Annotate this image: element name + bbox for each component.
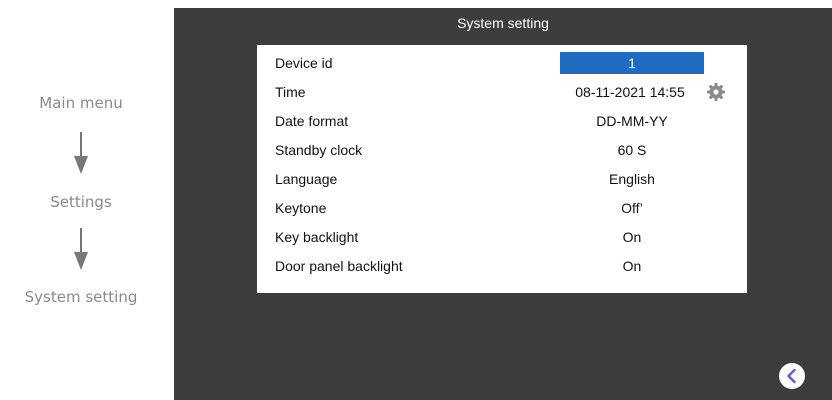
setting-label: Device id — [275, 55, 333, 71]
breadcrumb-main-menu: Main menu — [39, 94, 123, 112]
setting-label: Language — [275, 171, 338, 187]
setting-label: Time — [275, 84, 306, 100]
setting-value-date-format[interactable]: DD-MM-YY — [560, 113, 704, 129]
setting-row-key-backlight[interactable]: Key backlight On — [257, 223, 747, 252]
setting-row-date-format[interactable]: Date format DD-MM-YY — [257, 107, 747, 136]
setting-value-standby-clock[interactable]: 60 S — [560, 142, 704, 158]
breadcrumb: Main menu Settings System setting — [0, 0, 174, 400]
setting-row-language[interactable]: Language English — [257, 165, 747, 194]
device-screen: System setting Device id 1 Time 08-11-20… — [174, 8, 832, 400]
screen-title: System setting — [457, 15, 549, 31]
setting-value-time[interactable]: 08-11-2021 14:55 — [550, 84, 710, 100]
setting-value-device-id[interactable]: 1 — [560, 52, 704, 74]
setting-row-time[interactable]: Time 08-11-2021 14:55 — [257, 78, 747, 107]
setting-label: Door panel backlight — [275, 258, 403, 274]
settings-panel: Device id 1 Time 08-11-2021 14:55 Date f… — [257, 45, 747, 293]
setting-row-standby-clock[interactable]: Standby clock 60 S — [257, 136, 747, 165]
chevron-left-icon — [787, 368, 796, 384]
setting-label: Keytone — [275, 200, 327, 216]
breadcrumb-system-setting: System setting — [24, 288, 138, 306]
setting-value-key-backlight[interactable]: On — [560, 229, 704, 245]
setting-label: Standby clock — [275, 142, 363, 158]
down-arrow-icon — [74, 228, 88, 270]
gear-icon[interactable] — [706, 82, 726, 102]
back-button[interactable] — [779, 363, 805, 389]
setting-row-device-id[interactable]: Device id 1 — [257, 49, 747, 78]
setting-row-keytone[interactable]: Keytone Off’ — [257, 194, 747, 223]
setting-value-language[interactable]: English — [560, 171, 704, 187]
setting-value-door-panel-backlight[interactable]: On — [560, 258, 704, 274]
setting-value-keytone[interactable]: Off’ — [560, 200, 704, 216]
setting-label: Date format — [275, 113, 349, 129]
breadcrumb-settings: Settings — [50, 193, 112, 211]
down-arrow-icon — [74, 132, 88, 174]
setting-row-door-panel-backlight[interactable]: Door panel backlight On — [257, 252, 747, 281]
setting-label: Key backlight — [275, 229, 359, 245]
